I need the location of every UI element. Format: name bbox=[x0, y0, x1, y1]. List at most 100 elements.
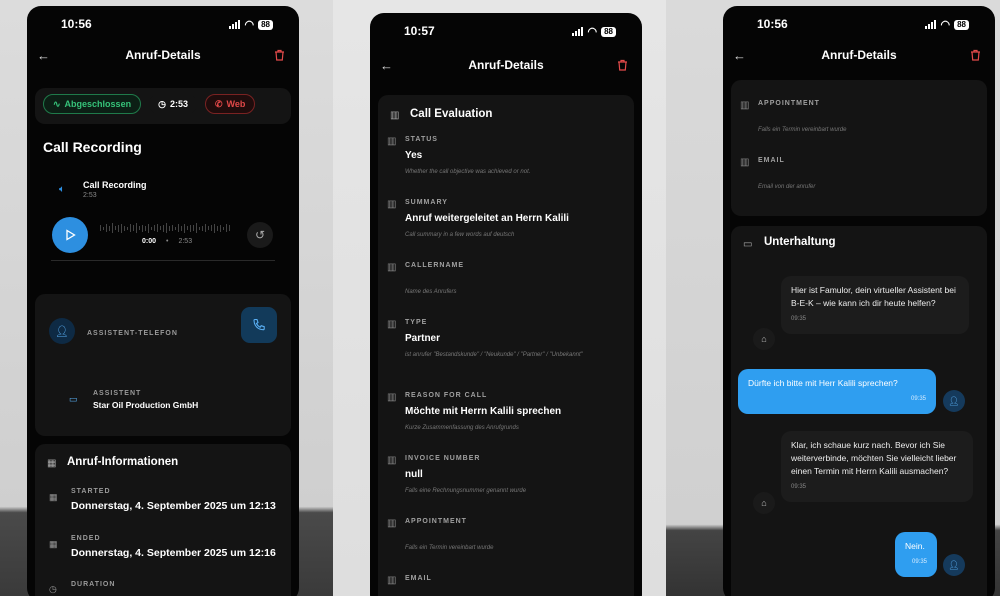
chat-icon: ▭ bbox=[743, 239, 753, 250]
section-title-evaluation: Call Evaluation bbox=[410, 108, 493, 120]
nav-bar: ← Anruf-Details bbox=[723, 48, 995, 68]
battery-indicator: 88 bbox=[954, 19, 969, 30]
user-icon: 👤︎ bbox=[49, 318, 75, 344]
message-time: 09:35 bbox=[791, 484, 807, 490]
bot-icon: ⌂ bbox=[753, 492, 775, 514]
user-icon: 👤︎ bbox=[943, 554, 965, 576]
source-badge-label: Web bbox=[226, 99, 246, 109]
battery-indicator: 88 bbox=[601, 26, 616, 37]
battery-indicator: 88 bbox=[258, 19, 273, 30]
page-title: Anruf-Details bbox=[468, 58, 544, 72]
field-appointment: ▥ APPOINTMENT Falls ein Termin vereinbar… bbox=[387, 518, 632, 558]
trash-icon[interactable] bbox=[617, 58, 628, 76]
page-title: Anruf-Details bbox=[125, 48, 201, 62]
field-reason: ▥ REASON FOR CALL Möchte mit Herrn Kalil… bbox=[387, 392, 632, 442]
status-bar: 10:57 ◠ 88 bbox=[370, 24, 642, 40]
field-value: Anruf weitergeleitet an Herrn Kalili bbox=[405, 213, 569, 224]
wifi-icon: ◠ bbox=[587, 26, 598, 38]
replay-button[interactable]: ↺ bbox=[247, 222, 273, 248]
message-user: Nein. 09:35 bbox=[895, 532, 937, 577]
replay-icon: ↺ bbox=[254, 228, 266, 242]
field-hint: Whether the call objective was achieved … bbox=[405, 169, 531, 175]
field-email: ▥ EMAIL bbox=[387, 575, 632, 595]
chart-icon: ▥ bbox=[387, 575, 397, 586]
field-hint: Call summary in a few words auf deutsch bbox=[405, 232, 515, 238]
wifi-icon: ◠ bbox=[244, 19, 255, 31]
calendar-icon: ▦ bbox=[49, 492, 58, 502]
chart-icon: ▥ bbox=[387, 262, 397, 273]
field-label: INVOICE NUMBER bbox=[405, 455, 481, 462]
phone-screen-call-details: 10:56 ◠ 88 ← Anruf-Details ∿ Abgeschlosse… bbox=[27, 6, 299, 596]
chart-icon: ▥ bbox=[387, 518, 397, 529]
signal-icon bbox=[925, 20, 937, 29]
status-badge: ∿ Abgeschlossen bbox=[43, 94, 142, 114]
chat-icon: ▭ bbox=[69, 394, 78, 404]
call-assistant-button[interactable] bbox=[241, 307, 277, 343]
phone-icon: ✆ bbox=[214, 98, 223, 109]
field-appointment: ▥ APPOINTMENT Falls ein Termin vereinbar… bbox=[740, 100, 985, 140]
field-hint: Email von der anrufer bbox=[758, 184, 816, 190]
chart-icon: ▥ bbox=[387, 392, 397, 403]
source-badge: ✆ Web bbox=[204, 94, 256, 114]
duration-label: DURATION bbox=[71, 581, 116, 588]
field-hint: Falls eine Rechnungsnummer genannt wurde bbox=[405, 488, 527, 494]
play-button[interactable] bbox=[52, 217, 88, 253]
status-time: 10:57 bbox=[404, 24, 435, 38]
duration-badge: ◷ 2:53 bbox=[149, 94, 197, 114]
bot-icon: ⌂ bbox=[753, 328, 775, 350]
chart-icon: ▥ bbox=[740, 157, 750, 168]
nav-bar: ← Anruf-Details bbox=[370, 58, 642, 78]
clock-icon: ◷ bbox=[158, 98, 166, 109]
playback-current: 0:00 bbox=[142, 238, 157, 245]
assistant-label: ASSISTENT bbox=[93, 390, 142, 397]
playback-time: 0:00 • 2:53 bbox=[142, 238, 192, 245]
message-text: Dürfte ich bitte mit Herr Kalili spreche… bbox=[748, 378, 898, 388]
chart-icon: ▥ bbox=[387, 455, 397, 466]
message-assistant: Klar, ich schaue kurz nach. Bevor ich Si… bbox=[781, 431, 973, 502]
field-value: Möchte mit Herrn Kalili sprechen bbox=[405, 406, 562, 417]
field-hint: Falls ein Termin vereinbart wurde bbox=[758, 127, 847, 133]
section-title-recording: Call Recording bbox=[43, 139, 142, 155]
clock-icon: ◷ bbox=[49, 584, 57, 594]
recording-name: Call Recording bbox=[83, 180, 147, 190]
message-time: 09:35 bbox=[791, 316, 807, 322]
calendar-icon: ▦ bbox=[49, 539, 58, 549]
started-label: STARTED bbox=[71, 488, 111, 495]
play-icon bbox=[66, 229, 76, 241]
conversation-title: Unterhaltung bbox=[764, 236, 836, 248]
field-value: null bbox=[405, 469, 423, 480]
page-title: Anruf-Details bbox=[821, 48, 897, 62]
status-icons: ◠ 88 bbox=[925, 18, 969, 31]
trash-icon[interactable] bbox=[274, 48, 285, 66]
field-status: ▥ STATUS Yes Whether the call objective … bbox=[387, 136, 632, 186]
field-label: APPOINTMENT bbox=[758, 100, 820, 107]
status-bar: 10:56 ◠ 88 bbox=[723, 17, 995, 33]
field-summary: ▥ SUMMARY Anruf weitergeleitet an Herrn … bbox=[387, 199, 632, 249]
signal-icon bbox=[572, 27, 584, 36]
chart-icon: ▥ bbox=[387, 136, 397, 147]
message-assistant: Hier ist Famulor, dein virtueller Assist… bbox=[781, 276, 969, 334]
field-value: Yes bbox=[405, 150, 423, 161]
field-type: ▥ TYPE Partner ist anrufer "Bestandskund… bbox=[387, 319, 632, 379]
status-time: 10:56 bbox=[61, 17, 92, 31]
status-time: 10:56 bbox=[757, 17, 788, 31]
phone-screen-conversation: 10:56 ◠ 88 ← Anruf-Details ▥ APPOINTMENT… bbox=[723, 6, 995, 596]
field-label: SUMMARY bbox=[405, 199, 448, 206]
chart-icon: ▥ bbox=[387, 319, 397, 330]
status-icons: ◠ 88 bbox=[572, 25, 616, 38]
field-label: REASON FOR CALL bbox=[405, 392, 488, 399]
field-label: EMAIL bbox=[405, 575, 432, 582]
field-value: Partner bbox=[405, 333, 441, 344]
message-time: 09:35 bbox=[910, 396, 926, 402]
message-text: Nein. bbox=[905, 541, 925, 551]
wifi-icon: ◠ bbox=[940, 19, 951, 31]
assistant-value: Star Oil Production GmbH bbox=[93, 400, 199, 410]
message-text: Klar, ich schaue kurz nach. Bevor ich Si… bbox=[791, 440, 957, 476]
recording-length: 2:53 bbox=[83, 192, 97, 199]
field-hint: ist anrufer "Bestandskunde" / "Neukunde"… bbox=[405, 352, 583, 358]
status-badge-label: Abgeschlossen bbox=[64, 99, 132, 109]
trash-icon[interactable] bbox=[970, 48, 981, 66]
signal-icon bbox=[229, 20, 241, 29]
audio-waveform[interactable] bbox=[100, 222, 230, 234]
field-label: EMAIL bbox=[758, 157, 785, 164]
